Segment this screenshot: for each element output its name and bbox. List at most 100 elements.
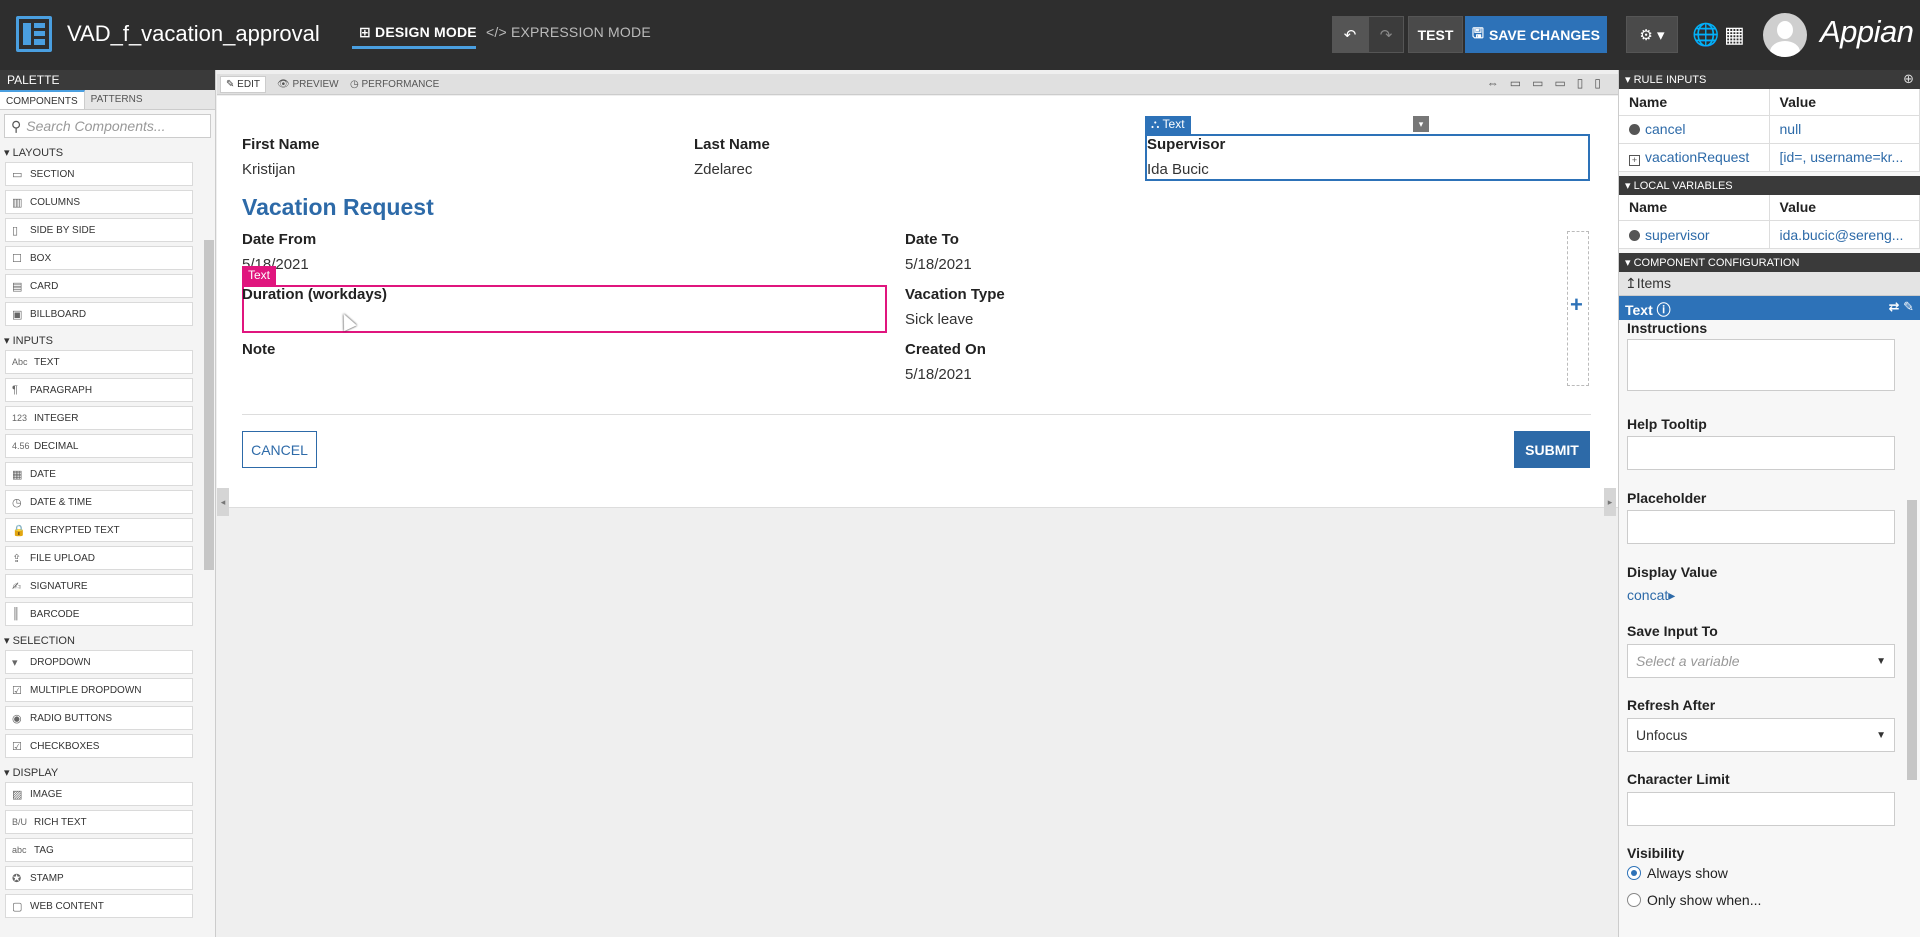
hover-component-tag: Text: [242, 266, 277, 285]
save-changes-button[interactable]: 🖫 SAVE CHANGES: [1465, 16, 1607, 53]
palette-item-date-time[interactable]: ◷ DATE & TIME: [5, 490, 193, 514]
palette-section-layouts[interactable]: ▾ LAYOUTS: [0, 142, 215, 162]
palette-item-rich-text[interactable]: B/U RICH TEXT: [5, 810, 193, 834]
palette-item-checkboxes[interactable]: ☑ CHECKBOXES: [5, 734, 193, 758]
palette-item-image[interactable]: ▨ IMAGE: [5, 782, 193, 806]
palette-item-barcode[interactable]: ║ BARCODE: [5, 602, 193, 626]
dropdown-icon: ▾: [12, 656, 18, 669]
device-preview-icons[interactable]: ⇔▭▭▭▯▯: [1487, 76, 1612, 90]
display-value-link[interactable]: concat▸: [1627, 587, 1675, 604]
tab-edit[interactable]: ✎ EDIT: [220, 76, 266, 93]
billboard-icon: ▣: [12, 308, 23, 321]
palette-item-web-content[interactable]: ▢ WEB CONTENT: [5, 894, 193, 918]
collapse-config-handle[interactable]: ▸: [1604, 488, 1616, 516]
last-name-value[interactable]: Zdelarec: [694, 161, 752, 178]
local-variables-header[interactable]: ▾ LOCAL VARIABLES: [1619, 175, 1920, 195]
tab-design-mode[interactable]: ⊞ DESIGN MODE: [359, 24, 477, 41]
palette-section-display[interactable]: ▾ DISPLAY: [0, 762, 215, 782]
character-limit-input[interactable]: [1627, 792, 1895, 826]
palette-item-stamp[interactable]: ✪ STAMP: [5, 866, 193, 890]
palette-item-encrypted-text[interactable]: 🔒 ENCRYPTED TEXT: [5, 518, 193, 542]
eye-icon: 👁: [277, 79, 293, 90]
app-grid-icon[interactable]: ▦: [1724, 22, 1745, 48]
date-icon: ▦: [12, 468, 23, 481]
palette-scrollbar[interactable]: [204, 240, 214, 570]
palette-item-paragraph[interactable]: ¶ PARAGRAPH: [5, 378, 193, 402]
avatar[interactable]: [1763, 13, 1807, 57]
palette-item-integer[interactable]: 123 INTEGER: [5, 406, 193, 430]
save-icon: 🖫: [1472, 24, 1484, 41]
palette-item-section[interactable]: ▭ SECTION: [5, 162, 193, 186]
expand-icon[interactable]: +: [1629, 154, 1640, 166]
palette-item-side-by-side[interactable]: ▯ SIDE BY SIDE: [5, 218, 193, 242]
instructions-textarea[interactable]: [1627, 339, 1895, 391]
palette-item-card[interactable]: ▤ CARD: [5, 274, 193, 298]
submit-button[interactable]: SUBMIT: [1514, 431, 1590, 468]
selected-component-tag[interactable]: ⛬ Text: [1145, 116, 1191, 134]
box-icon: ☐: [12, 252, 22, 265]
config-scrollbar[interactable]: [1907, 500, 1917, 780]
rule-inputs-header[interactable]: ▾ RULE INPUTS ⊕: [1619, 70, 1920, 89]
tab-performance[interactable]: ◷ PERFORMANCE: [350, 79, 439, 90]
tab-patterns[interactable]: PATTERNS: [85, 90, 149, 109]
interface-app-icon: [16, 16, 52, 52]
visibility-always-option[interactable]: Always show: [1627, 865, 1728, 881]
table-row[interactable]: + vacationRequest [id=, username=kr...: [1619, 143, 1920, 172]
created-on-value[interactable]: 5/18/2021: [905, 366, 972, 383]
radio-unselected[interactable]: [1627, 893, 1641, 907]
palette-item-multiple-dropdown[interactable]: ☑ MULTIPLE DROPDOWN: [5, 678, 193, 702]
tab-expression-mode[interactable]: </> EXPRESSION MODE: [486, 24, 651, 40]
cancel-button[interactable]: CANCEL: [242, 431, 317, 468]
palette-item-signature[interactable]: ✍ SIGNATURE: [5, 574, 193, 598]
created-on-label: Created On: [905, 341, 986, 358]
add-rule-input-icon[interactable]: ⊕: [1903, 71, 1914, 87]
date-from-label: Date From: [242, 231, 317, 248]
chevron-down-icon: ▾: [4, 767, 13, 779]
local-variables-table: Name Value supervisor ida.bucic@sereng..…: [1619, 194, 1920, 249]
add-column-dropzone[interactable]: +: [1567, 231, 1589, 386]
save-input-select[interactable]: Select a variable ▼: [1627, 644, 1895, 678]
collapse-palette-handle[interactable]: ◂: [217, 488, 229, 516]
palette-item-billboard[interactable]: ▣ BILLBOARD: [5, 302, 193, 326]
help-tooltip-input[interactable]: [1627, 436, 1895, 470]
vacation-type-value[interactable]: Sick leave: [905, 311, 973, 328]
palette-item-box[interactable]: ☐ BOX: [5, 246, 193, 270]
palette-item-label: WEB CONTENT: [30, 900, 104, 912]
palette-section-inputs[interactable]: ▾ INPUTS: [0, 330, 215, 350]
breadcrumb-items[interactable]: ↥Items: [1619, 272, 1920, 296]
supervisor-value[interactable]: Ida Bucic: [1147, 161, 1209, 178]
tab-preview[interactable]: 👁 PREVIEW: [277, 79, 339, 90]
first-name-value[interactable]: Kristijan: [242, 161, 295, 178]
caret-right-icon: ▸: [1668, 587, 1676, 603]
palette-section-selection[interactable]: ▾ SELECTION: [0, 630, 215, 650]
date-to-value[interactable]: 5/18/2021: [905, 256, 972, 273]
palette-item-columns[interactable]: ▥ COLUMNS: [5, 190, 193, 214]
palette-item-text[interactable]: Abc TEXT: [5, 350, 193, 374]
palette-item-radio-buttons[interactable]: ◉ RADIO BUTTONS: [5, 706, 193, 730]
selected-component-menu[interactable]: ▾: [1413, 116, 1429, 132]
radio-selected[interactable]: [1627, 866, 1641, 880]
settings-menu-button[interactable]: ⚙ ▾: [1626, 16, 1678, 53]
palette-title: PALETTE: [0, 70, 215, 90]
globe-search-icon[interactable]: 🌐: [1692, 22, 1719, 48]
redo-button[interactable]: ↷: [1368, 16, 1404, 53]
swap-edit-icons[interactable]: ⇄ ✎: [1889, 299, 1914, 315]
text-icon: Abc: [12, 357, 28, 367]
palette-item-file-upload[interactable]: ⇪ FILE UPLOAD: [5, 546, 193, 570]
palette-item-dropdown[interactable]: ▾ DROPDOWN: [5, 650, 193, 674]
refresh-after-select[interactable]: Unfocus ▼: [1627, 718, 1895, 752]
table-row[interactable]: supervisor ida.bucic@sereng...: [1619, 220, 1920, 249]
undo-button[interactable]: ↶: [1332, 16, 1368, 53]
palette-item-decimal[interactable]: 4.56 DECIMAL: [5, 434, 193, 458]
decimal-icon: 4.56: [12, 441, 30, 451]
table-row[interactable]: cancel null: [1619, 115, 1920, 144]
placeholder-input[interactable]: [1627, 510, 1895, 544]
search-components-input[interactable]: ⚲ Search Components...: [4, 114, 211, 138]
palette-item-tag[interactable]: abc TAG: [5, 838, 193, 862]
palette-item-date[interactable]: ▦ DATE: [5, 462, 193, 486]
visibility-conditional-option[interactable]: Only show when...: [1627, 892, 1761, 908]
test-button[interactable]: TEST: [1408, 16, 1463, 53]
component-config-header[interactable]: ▾ COMPONENT CONFIGURATION: [1619, 253, 1920, 272]
help-icon[interactable]: ⓘ: [1657, 302, 1671, 318]
tab-components[interactable]: COMPONENTS: [0, 90, 85, 109]
